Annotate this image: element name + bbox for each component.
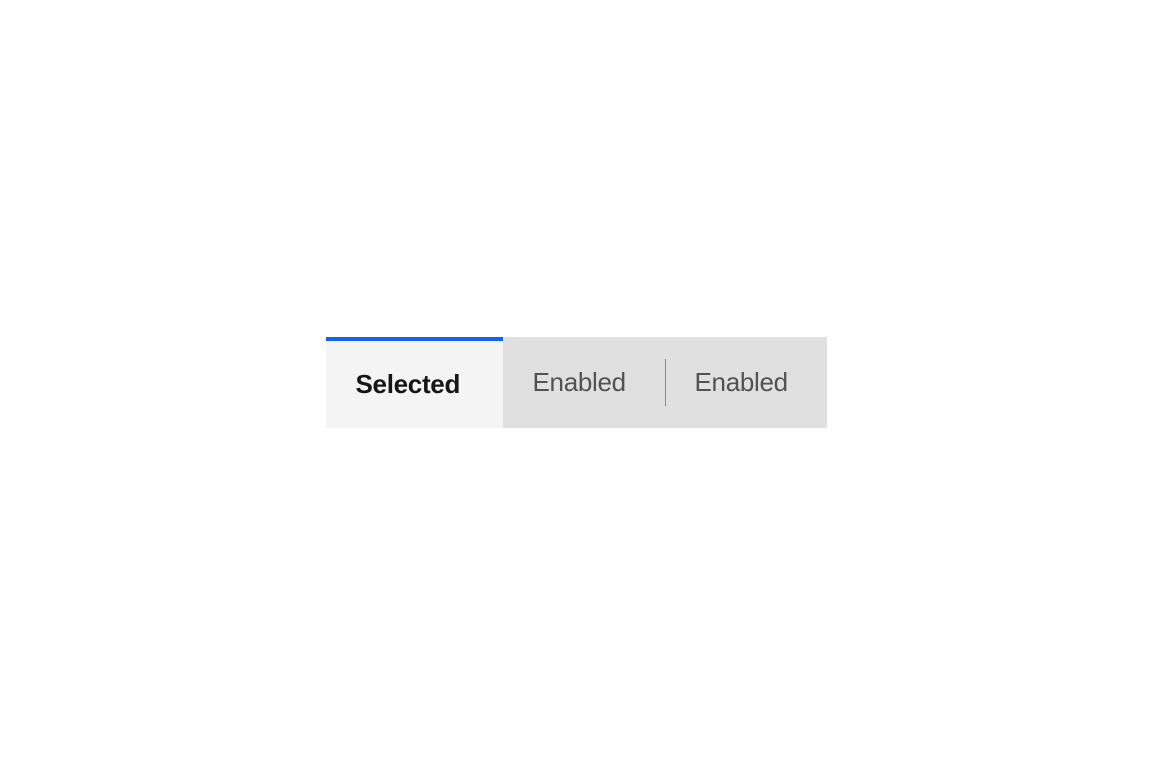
tab-enabled-1[interactable]: Enabled — [503, 337, 665, 428]
tab-label: Enabled — [533, 367, 626, 398]
tab-label: Enabled — [695, 367, 788, 398]
tab-group: Selected Enabled Enabled — [326, 337, 827, 428]
tab-enabled-2[interactable]: Enabled — [665, 337, 827, 428]
tab-label: Selected — [356, 369, 461, 400]
tab-selected[interactable]: Selected — [326, 337, 503, 428]
